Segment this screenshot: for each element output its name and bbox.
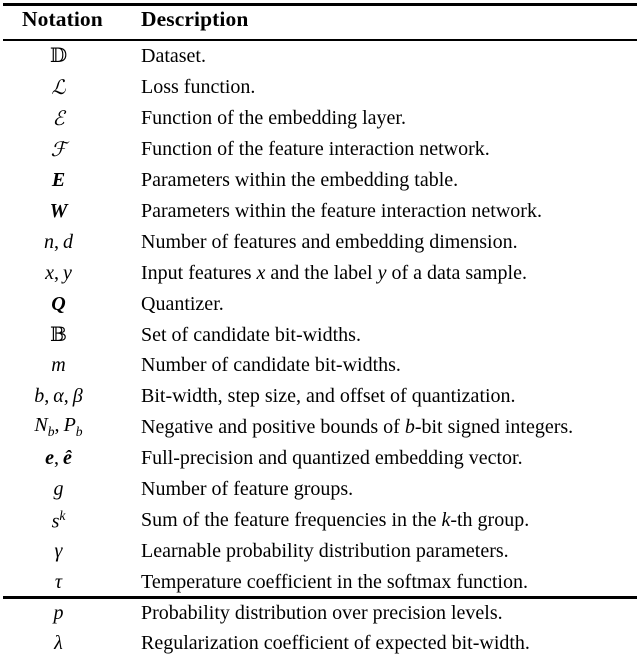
notation-cell: b, α, β bbox=[34, 385, 83, 408]
notation-cell: ℒ bbox=[51, 74, 66, 99]
notation-cell: sk bbox=[51, 507, 66, 533]
description-cell: Function of the feature interaction netw… bbox=[141, 138, 490, 161]
table-row: m Number of candidate bit-widths. bbox=[0, 350, 640, 381]
description-cell: Input features x and the label y of a da… bbox=[141, 261, 527, 284]
description-cell: Probability distribution over precision … bbox=[141, 601, 503, 624]
description-cell: Bit-width, step size, and offset of quan… bbox=[141, 385, 516, 408]
description-cell: Set of candidate bit-widths. bbox=[141, 323, 361, 346]
table-row: p Probability distribution over precision… bbox=[0, 597, 640, 628]
notation-table: Notation Description 𝔻 Dataset. ℒ Loss func… bbox=[0, 0, 640, 653]
notation-cell: m bbox=[51, 354, 66, 377]
table-row: W Parameters within the feature interacti… bbox=[0, 196, 640, 227]
table-row: x, y Input features x and the label y of … bbox=[0, 257, 640, 288]
notation-cell: g bbox=[53, 478, 64, 501]
description-cell: Sum of the feature frequencies in the k-… bbox=[141, 508, 530, 531]
notation-cell: γ bbox=[54, 539, 63, 562]
notation-cell: W bbox=[49, 200, 68, 222]
description-cell: Negative and positive bounds of b-bit si… bbox=[141, 416, 574, 439]
table-row: b, α, β Bit-width, step size, and offset … bbox=[0, 381, 640, 412]
notation-cell: 𝔻 bbox=[49, 43, 68, 67]
table-row: γ Learnable probability distribution para… bbox=[0, 535, 640, 566]
column-header-notation: Notation bbox=[22, 7, 103, 31]
notation-cell: p bbox=[53, 601, 64, 624]
description-cell: Function of the embedding layer. bbox=[141, 107, 406, 130]
notation-cell: Nb, Pb bbox=[34, 414, 83, 440]
table-header-row: Notation Description bbox=[0, 0, 640, 39]
table-row: λ Regularization coefficient of expected … bbox=[0, 628, 640, 659]
notation-cell: τ bbox=[54, 570, 63, 593]
table-row: E Parameters within the embedding table. bbox=[0, 165, 640, 196]
description-cell: Parameters within the embedding table. bbox=[141, 169, 459, 192]
notation-description-table: Notation Description 𝔻 Dataset. ℒ Loss func… bbox=[0, 0, 640, 659]
table-row: 𝔻 Dataset. bbox=[0, 39, 640, 72]
description-cell: Full-precision and quantized embedding v… bbox=[141, 447, 523, 470]
description-cell: Number of features and embedding dimensi… bbox=[141, 230, 518, 253]
notation-cell: x, y bbox=[45, 261, 72, 284]
table-row: ℱ Function of the feature interaction net… bbox=[0, 134, 640, 165]
description-cell: Temperature coefficient in the softmax f… bbox=[141, 570, 528, 593]
notation-cell: λ bbox=[54, 632, 63, 655]
description-cell: Number of candidate bit-widths. bbox=[141, 354, 401, 377]
table-row: e, ê Full-precision and quantized embeddi… bbox=[0, 443, 640, 474]
notation-cell: ℰ bbox=[52, 105, 65, 130]
notation-cell: n, d bbox=[43, 230, 73, 253]
table-body: 𝔻 Dataset. ℒ Loss function. ℰ Function of the… bbox=[0, 39, 640, 659]
description-cell: Regularization coefficient of expected b… bbox=[141, 632, 530, 655]
notation-cell: ℱ bbox=[50, 136, 67, 161]
table-row: 𝔹 Set of candidate bit-widths. bbox=[0, 319, 640, 350]
table-row: n, d Number of features and embedding dim… bbox=[0, 226, 640, 257]
table-row: Q Quantizer. bbox=[0, 288, 640, 319]
table-row: g Number of feature groups. bbox=[0, 474, 640, 505]
description-cell: Learnable probability distribution param… bbox=[141, 539, 509, 562]
column-header-description: Description bbox=[141, 7, 249, 31]
description-cell: Number of feature groups. bbox=[141, 478, 354, 501]
description-cell: Parameters within the feature interactio… bbox=[141, 200, 542, 222]
table-row: sk Sum of the feature frequencies in the … bbox=[0, 504, 640, 535]
table-row: τ Temperature coefficient in the softmax … bbox=[0, 566, 640, 597]
table-header: Notation Description bbox=[0, 0, 640, 39]
description-cell: Quantizer. bbox=[141, 292, 224, 315]
notation-cell: 𝔹 bbox=[50, 322, 67, 347]
description-cell: Dataset. bbox=[141, 44, 206, 67]
notation-cell: E bbox=[51, 169, 66, 192]
notation-cell: Q bbox=[51, 292, 66, 315]
table-row: Nb, Pb Negative and positive bounds of b-… bbox=[0, 412, 640, 443]
notation-cell: e, ê bbox=[45, 447, 72, 470]
description-cell: Loss function. bbox=[141, 76, 256, 99]
table-row: ℰ Function of the embedding layer. bbox=[0, 103, 640, 134]
table-row: ℒ Loss function. bbox=[0, 72, 640, 103]
